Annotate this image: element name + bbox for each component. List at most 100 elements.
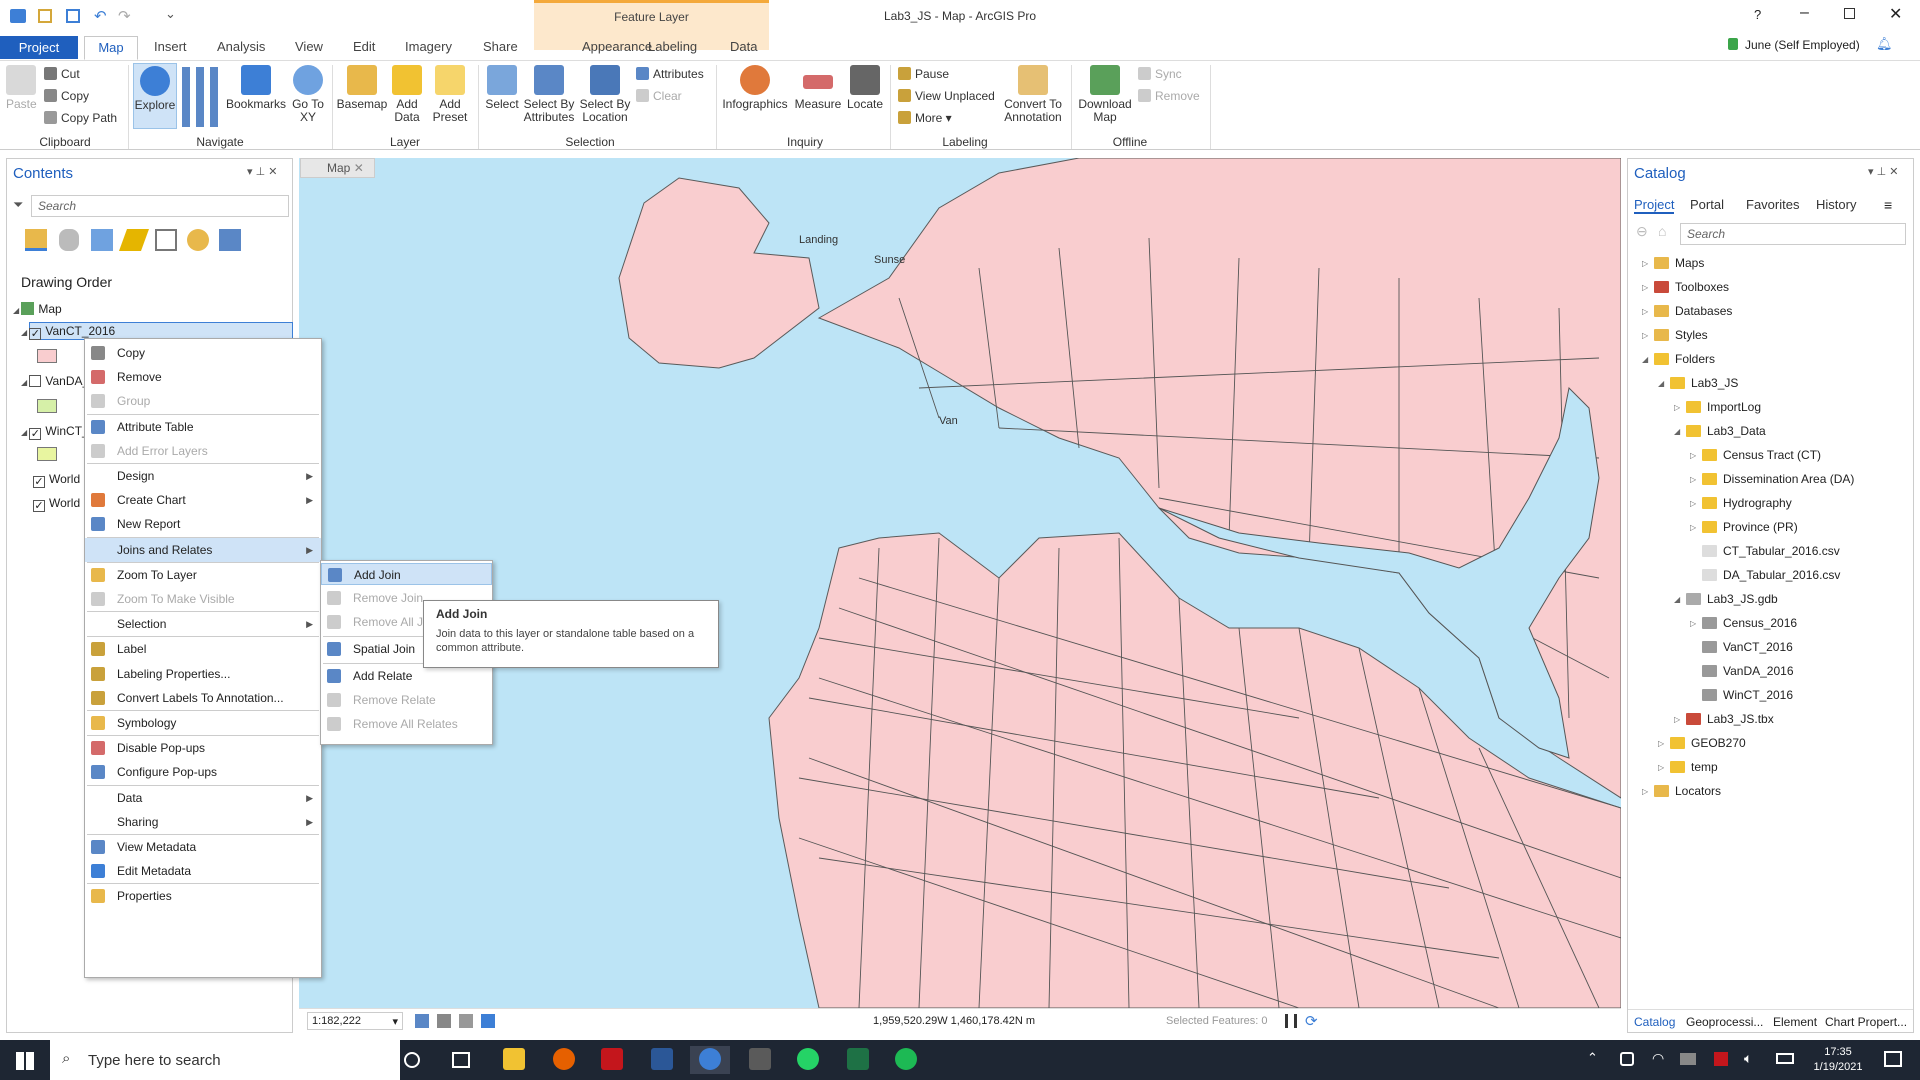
pause-drawing-icon[interactable] <box>1285 1014 1297 1028</box>
expand-icon[interactable]: ▷ <box>1690 616 1696 632</box>
vanda-symbol[interactable] <box>37 399 57 413</box>
arcgis-pro-taskbar-icon[interactable] <box>690 1046 730 1074</box>
catalog-item-locators[interactable]: ▷ Locators <box>1642 783 1721 799</box>
more-labeling-button[interactable]: More ▾ <box>898 110 952 126</box>
expand-icon[interactable]: ▷ <box>1674 400 1680 416</box>
meet-now-icon[interactable] <box>1620 1052 1634 1066</box>
tab-view[interactable]: View <box>285 36 333 60</box>
contents-search-input[interactable]: Search <box>31 195 289 217</box>
basemap-button[interactable]: Basemap <box>336 65 388 111</box>
catalog-item-lab3-js-tbx[interactable]: ▷ Lab3_JS.tbx <box>1674 711 1774 727</box>
select-by-location-button[interactable]: Select By Location <box>578 65 632 124</box>
help-button[interactable]: ? <box>1754 7 1761 22</box>
map-canvas[interactable]: Landing Sunse Van <box>299 158 1621 1008</box>
expand-icon[interactable]: ▷ <box>1690 472 1696 488</box>
spotify-icon[interactable] <box>886 1046 926 1074</box>
taskbar-search-box[interactable]: ⌕ Type here to search <box>50 1040 400 1080</box>
layer-world-1[interactable]: ✓ World <box>33 471 80 488</box>
tab-map[interactable]: Map <box>84 36 138 60</box>
download-map-button[interactable]: Download Map <box>1075 65 1135 124</box>
list-by-selection-icon[interactable] <box>91 229 113 251</box>
tab-labeling[interactable]: Labeling <box>638 36 707 60</box>
catalog-item-census-2016[interactable]: ▷ Census_2016 <box>1690 615 1797 631</box>
view-unplaced-button[interactable]: View Unplaced <box>898 88 995 104</box>
notifications-icon[interactable] <box>1884 1051 1902 1067</box>
minimize-button[interactable]: – <box>1800 4 1809 22</box>
pane-options-icon[interactable]: ▾ ⊥ ✕ <box>247 165 277 178</box>
winct-symbol[interactable] <box>37 447 57 461</box>
catalog-item-vanda-2016[interactable]: VanDA_2016 <box>1702 663 1794 679</box>
bookmarks-button[interactable]: Bookmarks <box>226 65 286 111</box>
remove-offline-button[interactable]: Remove <box>1138 88 1200 104</box>
vanct-symbol[interactable] <box>37 349 57 363</box>
catalog-search-input[interactable]: Search <box>1680 223 1906 245</box>
expand-icon[interactable]: ▷ <box>1642 328 1648 344</box>
catalog-tab-portal[interactable]: Portal <box>1690 197 1724 212</box>
catalog-item-vanct-2016[interactable]: VanCT_2016 <box>1702 639 1793 655</box>
menu-item-view-metadata[interactable]: View Metadata <box>85 835 321 859</box>
map-node[interactable]: ◢ Map <box>13 301 62 319</box>
list-by-drawing-order-icon[interactable] <box>25 229 47 251</box>
catalog-item-census-tract-ct[interactable]: ▷ Census Tract (CT) <box>1690 447 1821 463</box>
expand-icon[interactable]: ▷ <box>1658 736 1664 752</box>
menu-item-joins-and-relates[interactable]: Joins and Relates ▶ <box>85 537 321 562</box>
map-view[interactable]: Landing Sunse Van <box>299 158 1621 1008</box>
network-icon[interactable]: ◠ <box>1652 1050 1664 1067</box>
collapse-icon[interactable]: ◢ <box>1674 424 1680 440</box>
menu-item-convert-labels-to-annotation[interactable]: Convert Labels To Annotation... <box>85 686 321 710</box>
calculator-icon[interactable] <box>740 1046 780 1074</box>
show-hidden-icons[interactable]: ⌃ <box>1587 1050 1598 1066</box>
infographics-button[interactable]: Infographics <box>720 65 790 111</box>
catalog-item-lab3-js-gdb[interactable]: ◢ Lab3_JS.gdb <box>1674 591 1778 607</box>
measure-button[interactable]: Measure <box>792 65 844 111</box>
explore-button[interactable]: Explore <box>133 63 177 129</box>
catalog-item-toolboxes[interactable]: ▷ Toolboxes <box>1642 279 1729 295</box>
catalog-item-folders[interactable]: ◢ Folders <box>1642 351 1715 367</box>
scale-selector[interactable]: 1:182,222 ▾ <box>307 1012 403 1030</box>
acrobat-icon[interactable] <box>592 1046 632 1074</box>
expand-icon[interactable]: ▷ <box>1642 784 1648 800</box>
menu-item-selection[interactable]: Selection ▶ <box>85 612 321 636</box>
menu-item-remove[interactable]: Remove <box>85 365 321 389</box>
pause-labeling-button[interactable]: Pause <box>898 66 949 82</box>
layer-world-2[interactable]: ✓ World <box>33 495 80 512</box>
tab-edit[interactable]: Edit <box>343 36 385 60</box>
list-by-source-icon[interactable] <box>59 229 79 251</box>
expand-icon[interactable]: ▷ <box>1642 304 1648 320</box>
tab-insert[interactable]: Insert <box>144 36 197 60</box>
tab-analysis[interactable]: Analysis <box>207 36 275 60</box>
clear-selection-button[interactable]: Clear <box>636 88 682 104</box>
word-icon[interactable] <box>642 1046 682 1074</box>
add-preset-button[interactable]: Add Preset <box>428 65 472 124</box>
firefox-icon[interactable] <box>544 1046 584 1074</box>
list-by-editing-icon[interactable] <box>118 229 150 251</box>
paste-button[interactable]: Paste <box>6 65 37 111</box>
tab-project[interactable]: Project <box>0 36 78 59</box>
select-button[interactable]: Select <box>482 65 522 111</box>
catalog-item-maps[interactable]: ▷ Maps <box>1642 255 1704 271</box>
catalog-item-dissemination-area-da[interactable]: ▷ Dissemination Area (DA) <box>1690 471 1854 487</box>
collapse-icon[interactable]: ◢ <box>1658 376 1664 392</box>
copy-path-button[interactable]: Copy Path <box>44 110 117 126</box>
navigate-tools-icon[interactable] <box>182 67 222 127</box>
bottom-tab-catalog[interactable]: Catalog <box>1634 1015 1675 1029</box>
close-button[interactable]: ✕ <box>1889 4 1902 24</box>
copy-button[interactable]: Copy <box>44 88 89 104</box>
menu-item-attribute-table[interactable]: Attribute Table <box>85 415 321 439</box>
refresh-icon[interactable]: ⟳ <box>1305 1012 1318 1030</box>
menu-item-labeling-properties[interactable]: Labeling Properties... <box>85 662 321 686</box>
home-icon[interactable]: ⌂ <box>1658 223 1666 239</box>
menu-item-configure-pop-ups[interactable]: Configure Pop-ups <box>85 760 321 784</box>
rotation-icon[interactable] <box>437 1014 451 1028</box>
menu-item-sharing[interactable]: Sharing ▶ <box>85 810 321 834</box>
catalog-item-ct-tabular-2016-csv[interactable]: CT_Tabular_2016.csv <box>1702 543 1840 559</box>
catalog-item-lab3-js[interactable]: ◢ Lab3_JS <box>1658 375 1738 391</box>
add-data-button[interactable]: Add Data <box>390 65 424 124</box>
battery-icon[interactable] <box>1776 1053 1794 1064</box>
expand-icon[interactable]: ▷ <box>1642 280 1648 296</box>
catalog-item-geob270[interactable]: ▷ GEOB270 <box>1658 735 1746 751</box>
expand-icon[interactable]: ▷ <box>1674 712 1680 728</box>
convert-to-annotation-button[interactable]: Convert To Annotation <box>1002 65 1064 124</box>
menu-item-data[interactable]: Data ▶ <box>85 786 321 810</box>
list-by-labeling-icon[interactable] <box>187 229 209 251</box>
